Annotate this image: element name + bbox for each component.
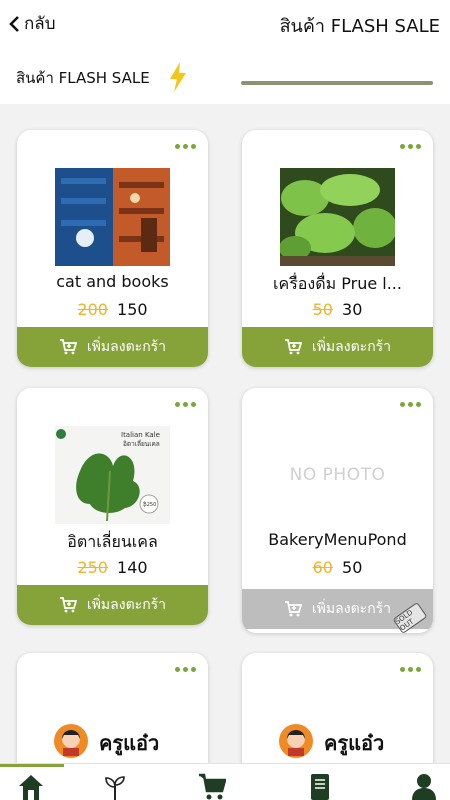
page-title: สินค้า FLASH SALE bbox=[279, 16, 440, 37]
product-name: อิตาเลี่ยนเคล bbox=[67, 532, 158, 551]
product-image-no-photo: NO PHOTO bbox=[280, 426, 395, 524]
more-options-icon[interactable] bbox=[400, 667, 421, 672]
more-options-icon[interactable] bbox=[400, 402, 421, 407]
product-card[interactable]: Italian Kale อิตาเลี่ยนเคล ₿250 อิตาเลี่… bbox=[17, 388, 208, 625]
add-to-cart-button[interactable]: เพิ่มลงตะกร้า bbox=[242, 327, 433, 367]
original-price: 60 bbox=[312, 558, 333, 577]
add-to-cart-label: เพิ่มลงตะกร้า bbox=[86, 597, 167, 613]
product-card[interactable]: cat and books 200 150 เพิ่มลงตะกร้า bbox=[17, 130, 208, 367]
more-options-icon[interactable] bbox=[400, 144, 421, 149]
sale-price: 140 bbox=[117, 558, 148, 577]
product-name: เครื่องดื่ม Prue l... bbox=[273, 274, 402, 293]
section-divider bbox=[241, 81, 433, 85]
user-icon bbox=[412, 774, 436, 800]
add-to-cart-button[interactable]: เพิ่มลงตะกร้า bbox=[17, 327, 208, 367]
cart-plus-icon bbox=[284, 339, 302, 355]
product-name: cat and books bbox=[56, 272, 169, 291]
add-to-cart-button[interactable]: เพิ่มลงตะกร้า bbox=[17, 585, 208, 625]
original-price: 250 bbox=[77, 558, 108, 577]
sale-price: 150 bbox=[117, 300, 148, 319]
more-options-icon[interactable] bbox=[175, 144, 196, 149]
product-price: 60 50 bbox=[242, 558, 433, 577]
back-label: กลับ bbox=[24, 14, 56, 34]
sprout-icon bbox=[105, 776, 125, 800]
lightning-bolt-icon bbox=[170, 62, 186, 92]
svg-text:Italian Kale: Italian Kale bbox=[121, 431, 160, 439]
cart-plus-icon bbox=[59, 339, 77, 355]
bottom-navigation bbox=[0, 763, 450, 800]
add-to-cart-label: เพิ่มลงตะกร้า bbox=[311, 339, 392, 355]
add-to-cart-label: เพิ่มลงตะกร้า bbox=[311, 601, 392, 617]
add-to-cart-label: เพิ่มลงตะกร้า bbox=[86, 339, 167, 355]
logo-text: ครูแอ๋ว bbox=[324, 731, 385, 755]
product-image-cat-and-books bbox=[55, 168, 170, 266]
product-image-italian-kale: Italian Kale อิตาเลี่ยนเคล ₿250 bbox=[55, 426, 170, 524]
chevron-left-icon bbox=[9, 15, 19, 32]
cart-plus-icon bbox=[59, 597, 77, 613]
product-card[interactable]: เครื่องดื่ม Prue l... 50 30 เพิ่มลงตะกร้… bbox=[242, 130, 433, 367]
section-title: สินค้า FLASH SALE bbox=[16, 69, 150, 87]
product-price: 50 30 bbox=[242, 300, 433, 319]
cart-icon bbox=[199, 773, 226, 800]
original-price: 50 bbox=[312, 300, 333, 319]
product-card[interactable]: NO PHOTO BakeryMenuPond 60 50 เพิ่มลงตะก… bbox=[242, 388, 433, 633]
logo-text: ครูแอ๋ว bbox=[99, 731, 160, 755]
no-photo-placeholder: NO PHOTO bbox=[289, 465, 386, 485]
product-image-green-vegetable bbox=[280, 168, 395, 266]
nav-plants[interactable] bbox=[98, 772, 132, 800]
nav-home[interactable] bbox=[0, 764, 64, 800]
sale-price: 50 bbox=[342, 558, 363, 577]
home-icon bbox=[19, 775, 43, 800]
receipt-icon bbox=[311, 774, 329, 800]
product-price: 200 150 bbox=[17, 300, 208, 319]
kru-aew-logo: ครูแอ๋ว bbox=[53, 717, 173, 761]
nav-orders[interactable] bbox=[303, 772, 337, 800]
more-options-icon[interactable] bbox=[175, 667, 196, 672]
cart-plus-icon bbox=[284, 601, 302, 617]
product-name: BakeryMenuPond bbox=[268, 530, 407, 549]
product-price: 250 140 bbox=[17, 558, 208, 577]
kru-aew-logo: ครูแอ๋ว bbox=[278, 717, 398, 761]
sale-price: 30 bbox=[342, 300, 363, 319]
nav-cart[interactable] bbox=[195, 772, 229, 800]
nav-profile[interactable] bbox=[407, 772, 441, 800]
section-header: สินค้า FLASH SALE bbox=[0, 46, 450, 104]
more-options-icon[interactable] bbox=[175, 402, 196, 407]
svg-text:อิตาเลี่ยนเคล: อิตาเลี่ยนเคล bbox=[123, 439, 160, 448]
original-price: 200 bbox=[77, 300, 108, 319]
svg-text:₿250: ₿250 bbox=[143, 501, 156, 508]
top-bar: กลับ สินค้า FLASH SALE bbox=[0, 0, 450, 46]
back-button[interactable]: กลับ bbox=[8, 10, 56, 37]
